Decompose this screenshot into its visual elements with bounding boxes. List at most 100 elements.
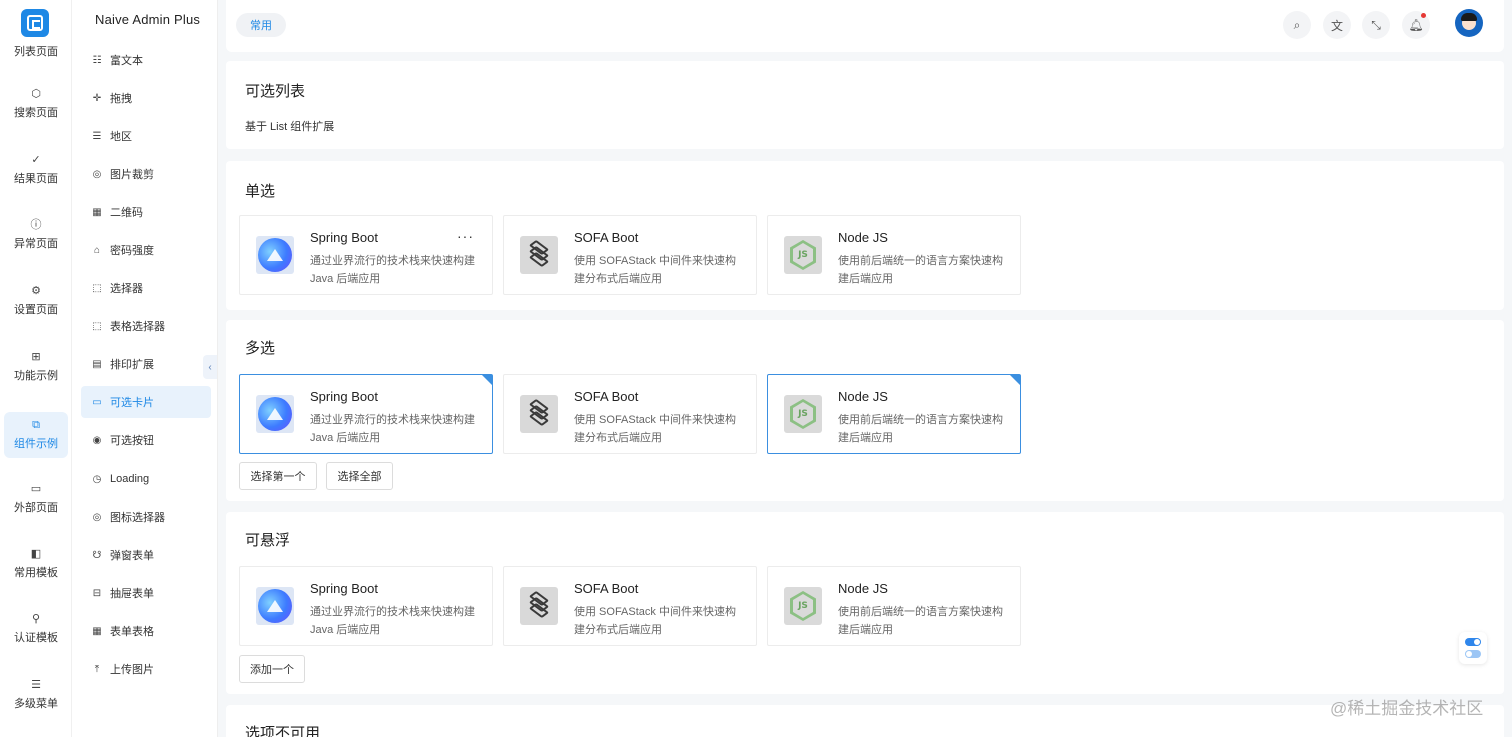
- rail-item-search-pages[interactable]: ⬡ 搜索页面: [4, 81, 68, 127]
- card-sofa-boot[interactable]: SOFA Boot 使用 SOFAStack 中间件来快速构建分布式后端应用: [503, 374, 757, 454]
- card-name: Node JS: [838, 389, 888, 404]
- avatar[interactable]: [1455, 9, 1483, 37]
- rail-item-label: 功能示例: [14, 370, 58, 382]
- card-name: Spring Boot: [310, 230, 378, 245]
- theme-toggle-icon[interactable]: [1459, 632, 1487, 664]
- rail-item-label: 异常页面: [14, 238, 58, 250]
- node-js-logo-icon: JS: [784, 587, 822, 625]
- select-first-button[interactable]: 选择第一个: [239, 462, 317, 490]
- sidebar-item-label: 抽屉表单: [110, 588, 154, 600]
- section-title-hover: 可悬浮: [245, 532, 291, 549]
- top-header: 常用 ⌕ 文 ⤡ 🔔︎: [226, 0, 1504, 52]
- rail-item-label: 常用模板: [14, 567, 58, 579]
- spring-boot-logo-icon: [256, 395, 294, 433]
- drag-icon: ✛: [92, 92, 102, 104]
- card-icon: ▭: [92, 396, 102, 408]
- card-node-js[interactable]: JS Node JS 使用前后端统一的语言方案快速构建后端应用: [767, 566, 1021, 646]
- card-name: Node JS: [838, 581, 888, 596]
- search-icon[interactable]: ⌕: [1283, 11, 1311, 39]
- sidebar-item-qrcode[interactable]: ▦ 二维码: [81, 196, 211, 228]
- card-name: SOFA Boot: [574, 389, 639, 404]
- rail-item-settings-pages[interactable]: ⚙ 设置页面: [4, 278, 68, 324]
- fullscreen-icon[interactable]: ⤡: [1362, 11, 1390, 39]
- rail-item-common-templates[interactable]: ◧ 常用模板: [4, 541, 68, 587]
- select-all-button[interactable]: 选择全部: [326, 462, 393, 490]
- sidebar-item-upload-image[interactable]: ⤒ 上传图片: [81, 653, 211, 685]
- sidebar-item-region[interactable]: ☰ 地区: [81, 120, 211, 152]
- drawer-icon: ⊟: [92, 587, 102, 599]
- rail-item-label: 多级菜单: [14, 698, 58, 710]
- sidebar-item-password-strength[interactable]: ⌂ 密码强度: [81, 234, 211, 266]
- card-node-js[interactable]: JS Node JS 使用前后端统一的语言方案快速构建后端应用: [767, 374, 1021, 454]
- sidebar-item-selectable-card[interactable]: ▭ 可选卡片: [81, 386, 211, 418]
- card-description: 使用 SOFAStack 中间件来快速构建分布式后端应用: [574, 414, 736, 444]
- form-table-icon: ▦: [92, 625, 102, 637]
- sidebar-item-image-crop[interactable]: ◎ 图片裁剪: [81, 158, 211, 190]
- rail-item-feature-examples[interactable]: ⊞ 功能示例: [4, 344, 68, 390]
- sidebar-item-label: 拖拽: [110, 93, 132, 105]
- intro-panel: 可选列表 基于 List 组件扩展: [226, 61, 1504, 149]
- card-name: Node JS: [838, 230, 888, 245]
- sidebar-item-label: 可选卡片: [110, 397, 154, 409]
- rail-item-result-pages[interactable]: ✓ 结果页面: [4, 147, 68, 193]
- rail-item-external-pages[interactable]: ▭ 外部页面: [4, 476, 68, 522]
- rail-item-auth-templates[interactable]: ⚲ 认证模板: [4, 606, 68, 652]
- sidebar-item-label: 上传图片: [110, 664, 154, 676]
- add-one-button[interactable]: 添加一个: [239, 655, 305, 683]
- settings-icon: ⚙: [31, 285, 41, 297]
- card-spring-boot[interactable]: Spring Boot 通过业界流行的技术栈来快速构建 Java 后端应用: [239, 374, 493, 454]
- sidebar-item-label: 弹窗表单: [110, 550, 154, 562]
- upload-icon: ⤒: [94, 663, 100, 675]
- node-logo-text: JS: [793, 594, 813, 618]
- sidebar-item-drag[interactable]: ✛ 拖拽: [81, 82, 211, 114]
- multi-select-panel: 多选 Spring Boot 通过业界流行的技术栈来快速构建 Java 后端应用…: [226, 320, 1504, 501]
- app-logo-icon[interactable]: [21, 9, 49, 37]
- notification-bell-icon[interactable]: 🔔︎: [1402, 11, 1430, 39]
- radio-icon: ◉: [92, 434, 102, 446]
- card-node-js[interactable]: JS Node JS 使用前后端统一的语言方案快速构建后端应用: [767, 215, 1021, 295]
- card-description: 通过业界流行的技术栈来快速构建 Java 后端应用: [310, 414, 475, 444]
- section-title-single: 单选: [245, 183, 276, 200]
- sidebar-item-selector[interactable]: ⬚ 选择器: [81, 272, 211, 304]
- translate-icon[interactable]: 文: [1323, 11, 1351, 39]
- sidebar-item-drawer-form[interactable]: ⊟ 抽屉表单: [81, 577, 211, 609]
- rail-item-label: 搜索页面: [14, 107, 58, 119]
- sidebar-item-form-table[interactable]: ▦ 表单表格: [81, 615, 211, 647]
- sofa-boot-logo-icon: [520, 587, 558, 625]
- card-sofa-boot[interactable]: SOFA Boot 使用 SOFAStack 中间件来快速构建分布式后端应用: [503, 215, 757, 295]
- sidebar-item-label: 密码强度: [110, 245, 154, 257]
- rail-item-multilevel-menu[interactable]: ☰ 多级菜单: [4, 672, 68, 718]
- sidebar-item-table-selector[interactable]: ⬚ 表格选择器: [81, 310, 211, 342]
- icon-picker-icon: ◎: [92, 511, 102, 523]
- sidebar-item-label: 选择器: [110, 283, 143, 295]
- rail-item-label: 列表页面: [14, 46, 58, 58]
- single-select-panel: 单选 Spring Boot 通过业界流行的技术栈来快速构建 Java 后端应用…: [226, 161, 1504, 310]
- collapse-sidebar-chevron-left-icon[interactable]: ‹: [203, 355, 217, 379]
- card-sofa-boot[interactable]: SOFA Boot 使用 SOFAStack 中间件来快速构建分布式后端应用: [503, 566, 757, 646]
- clock-icon: ◷: [92, 473, 102, 485]
- card-spring-boot[interactable]: Spring Boot 通过业界流行的技术栈来快速构建 Java 后端应用 ··…: [239, 215, 493, 295]
- popup-icon: ☋: [92, 549, 102, 561]
- sidebar-item-selectable-button[interactable]: ◉ 可选按钮: [81, 424, 211, 456]
- card-spring-boot[interactable]: Spring Boot 通过业界流行的技术栈来快速构建 Java 后端应用: [239, 566, 493, 646]
- sidebar-item-label: 图片裁剪: [110, 169, 154, 181]
- print-icon: ▤: [92, 358, 102, 370]
- crop-icon: ◎: [92, 168, 102, 180]
- sidebar-item-icon-picker[interactable]: ◎ 图标选择器: [81, 501, 211, 533]
- sub-sidebar: Naive Admin Plus ☷ 富文本 ✛ 拖拽 ☰ 地区 ◎ 图片裁剪 ▦ 二维码…: [72, 0, 275, 737]
- tab-common[interactable]: 常用: [236, 13, 286, 37]
- sidebar-item-rich-text[interactable]: ☷ 富文本: [81, 44, 211, 76]
- rail-item-list-pages[interactable]: 列表页面: [4, 40, 68, 60]
- sidebar-item-modal-form[interactable]: ☋ 弹窗表单: [81, 539, 211, 571]
- sidebar-item-typography[interactable]: ▤ 排印扩展: [81, 348, 211, 380]
- selected-corner-mark: [482, 375, 492, 385]
- rail-item-component-examples[interactable]: ⧉ 组件示例: [4, 412, 68, 458]
- more-options-icon[interactable]: ···: [457, 228, 474, 244]
- spring-boot-logo-icon: [256, 236, 294, 274]
- disabled-options-panel: 选项不可用: [226, 705, 1504, 737]
- notification-dot: [1421, 13, 1426, 18]
- rail-item-exception-pages[interactable]: ⓘ 异常页面: [4, 212, 68, 258]
- sidebar-item-loading[interactable]: ◷ Loading: [81, 463, 211, 495]
- rail-item-label: 设置页面: [14, 304, 58, 316]
- sidebar-item-label: 排印扩展: [110, 359, 154, 371]
